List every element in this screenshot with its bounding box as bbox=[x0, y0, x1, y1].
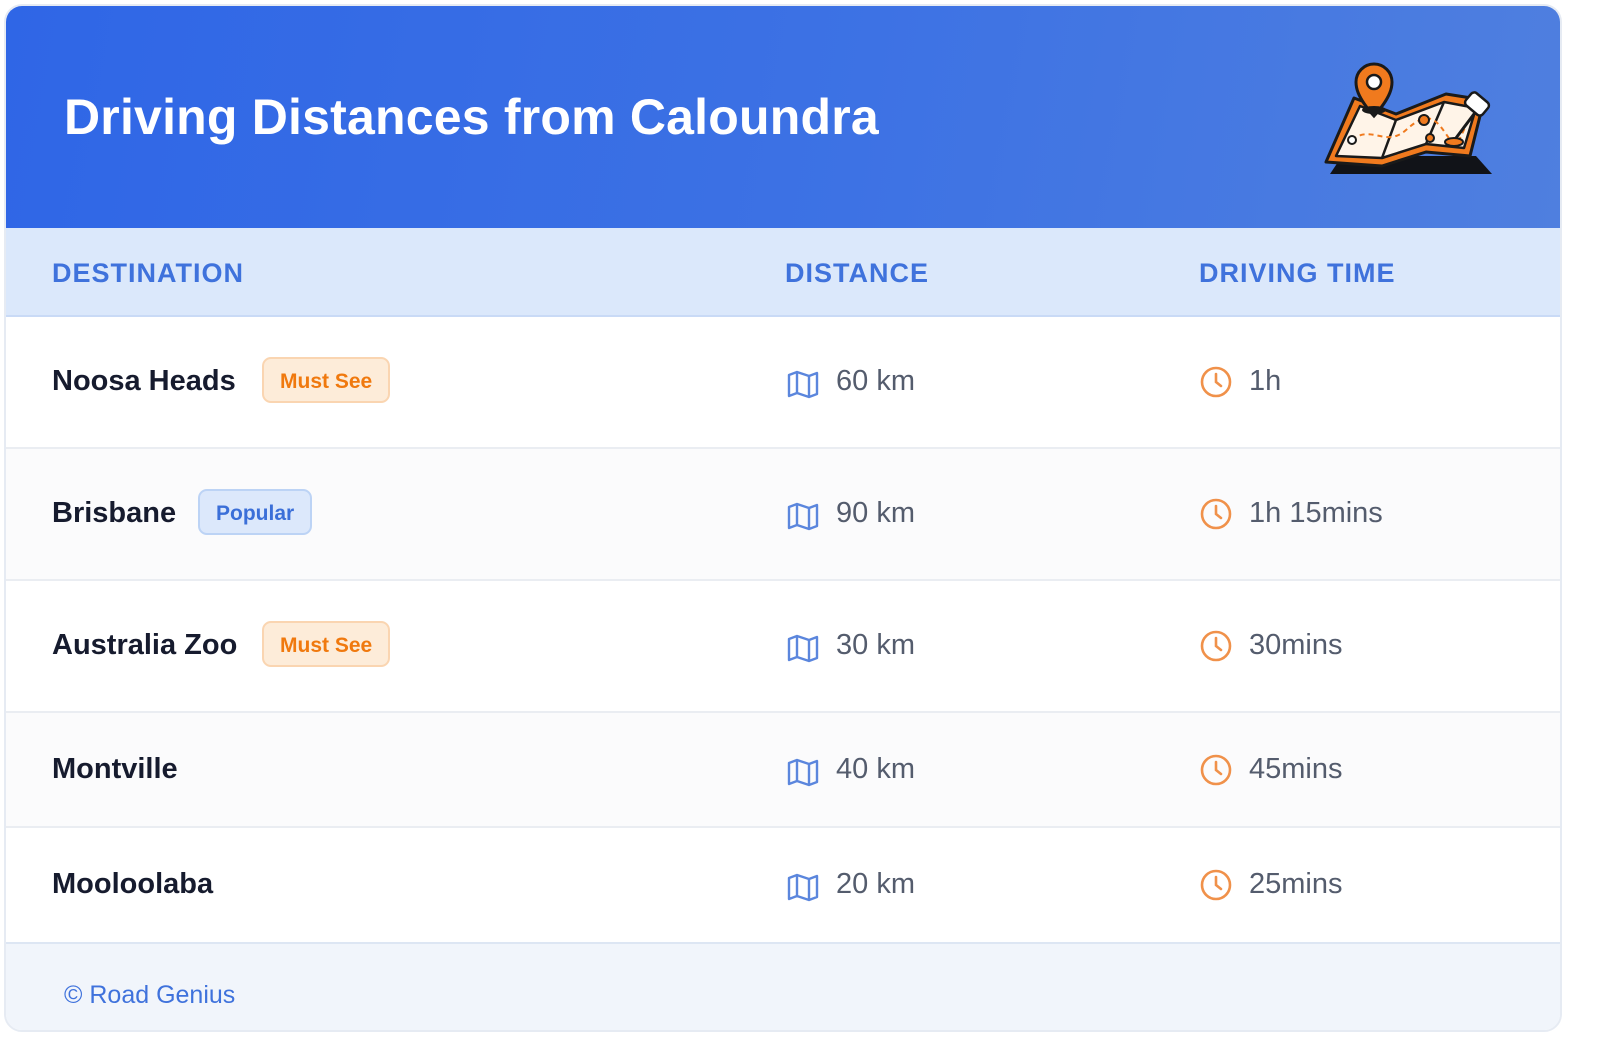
driving-time-value: 30mins bbox=[1249, 629, 1343, 661]
driving-time-value: 25mins bbox=[1249, 868, 1343, 900]
driving-time-value: 1h bbox=[1249, 365, 1282, 397]
distance-value: 90 km bbox=[836, 497, 915, 529]
table-column-headers: DESTINATION DISTANCE DRIVING TIME bbox=[6, 228, 1560, 317]
distance-table-card: Driving Distances from Caloundra DESTINA… bbox=[4, 4, 1562, 1032]
distance-value: 30 km bbox=[836, 629, 915, 661]
table-row[interactable]: Brisbane Popular 90 km 1h 15mins bbox=[6, 449, 1560, 581]
column-header-destination[interactable]: DESTINATION bbox=[52, 258, 244, 289]
driving-time-value: 45mins bbox=[1249, 753, 1343, 785]
clock-icon bbox=[1200, 869, 1232, 901]
driving-time-value: 1h 15mins bbox=[1249, 497, 1383, 529]
distance-value: 60 km bbox=[836, 365, 915, 397]
table-header-banner: Driving Distances from Caloundra bbox=[6, 6, 1560, 228]
copyright-text[interactable]: © Road Genius bbox=[64, 981, 235, 1010]
map-icon bbox=[787, 758, 819, 787]
destination-name: Mooloolaba bbox=[52, 868, 214, 900]
destination-name: Brisbane bbox=[52, 497, 177, 529]
distance-value: 20 km bbox=[836, 868, 915, 900]
table-row[interactable]: Australia Zoo Must See 30 km 30mins bbox=[6, 581, 1560, 713]
page-title: Driving Distances from Caloundra bbox=[64, 89, 879, 145]
map-icon bbox=[787, 370, 819, 399]
destination-name: Noosa Heads bbox=[52, 365, 236, 397]
destination-name: Australia Zoo bbox=[52, 629, 238, 661]
map-icon bbox=[787, 502, 819, 531]
map-icon bbox=[787, 873, 819, 902]
clock-icon bbox=[1200, 498, 1232, 530]
destination-name: Montville bbox=[52, 753, 178, 785]
clock-icon bbox=[1200, 630, 1232, 662]
distance-value: 40 km bbox=[836, 753, 915, 785]
table-row[interactable]: Montville 40 km 45mins bbox=[6, 713, 1560, 828]
clock-icon bbox=[1200, 754, 1232, 786]
popular-badge: Popular bbox=[198, 489, 313, 535]
column-header-driving-time[interactable]: DRIVING TIME bbox=[1199, 258, 1396, 289]
table-row[interactable]: Noosa Heads Must See 60 km 1h bbox=[6, 317, 1560, 449]
table-row[interactable]: Mooloolaba 20 km 25mins bbox=[6, 828, 1560, 942]
map-icon bbox=[787, 634, 819, 663]
must-see-badge: Must See bbox=[262, 621, 391, 667]
must-see-badge: Must See bbox=[262, 357, 391, 403]
table-footer: © Road Genius bbox=[6, 942, 1560, 1030]
column-header-distance[interactable]: DISTANCE bbox=[785, 258, 929, 289]
clock-icon bbox=[1200, 366, 1232, 398]
map-with-pins-icon bbox=[1324, 62, 1492, 174]
